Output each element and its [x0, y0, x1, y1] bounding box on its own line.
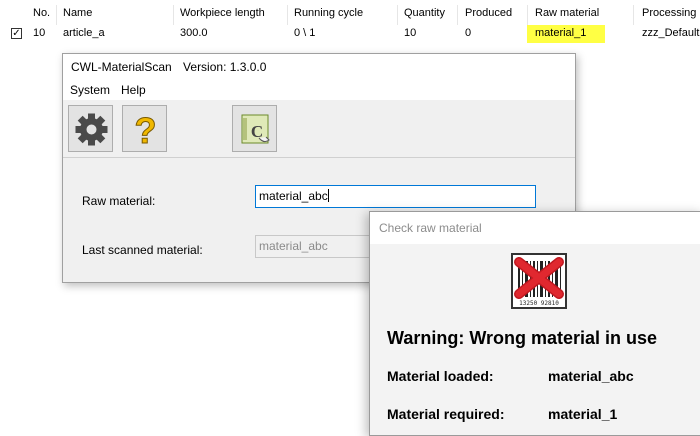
warning-heading: Warning: Wrong material in use: [387, 328, 658, 348]
svg-text:?: ?: [135, 110, 157, 151]
column-divider[interactable]: [173, 5, 174, 25]
material-required-value: material_1: [548, 406, 618, 422]
column-divider[interactable]: [527, 5, 528, 25]
scan-material-button[interactable]: C: [232, 105, 277, 152]
column-divider[interactable]: [56, 5, 57, 25]
cell-produced: 0: [465, 27, 472, 39]
last-scanned-label: Last scanned material:: [82, 243, 203, 257]
table-row[interactable]: ✓ 10 article_a 300.0 0 \ 1 10 0 material…: [0, 25, 700, 43]
raw-material-label: Raw material:: [82, 194, 156, 208]
column-divider[interactable]: [287, 5, 288, 25]
col-header-name[interactable]: Name: [63, 7, 92, 19]
column-divider[interactable]: [397, 5, 398, 25]
text-caret: [327, 189, 329, 202]
cell-no: 10: [33, 27, 46, 39]
dialog-title-bar[interactable]: Check raw material: [370, 212, 700, 244]
menu-system[interactable]: System: [67, 80, 113, 100]
raw-material-input[interactable]: material_abc: [255, 185, 536, 208]
barcode-error-icon: 13250 92810: [511, 253, 567, 309]
menu-bar: System Help: [63, 80, 575, 100]
toolbar-separator: [63, 157, 575, 158]
version-label: Version: 1.3.0.0: [183, 60, 267, 74]
help-button[interactable]: ?: [122, 105, 167, 152]
material-required-label: Material required:: [387, 406, 505, 422]
col-header-raw-material[interactable]: Raw material: [535, 7, 599, 19]
col-header-running-cycle[interactable]: Running cycle: [294, 7, 363, 19]
table-header-row: No. Name Workpiece length Running cycle …: [0, 5, 700, 25]
window-title-bar[interactable]: CWL-MaterialScan Version: 1.3.0.0: [63, 54, 575, 80]
last-scanned-value: material_abc: [259, 239, 328, 253]
column-divider[interactable]: [457, 5, 458, 25]
material-loaded-label: Material loaded:: [387, 368, 494, 384]
barcode-digits: 13250 92810: [519, 300, 559, 307]
dialog-title: Check raw material: [379, 221, 482, 235]
cell-name: article_a: [63, 27, 105, 39]
column-divider[interactable]: [633, 5, 634, 25]
cell-processing: zzz_Default: [642, 27, 700, 39]
window-title: CWL-MaterialScan: [71, 60, 172, 74]
row-checkbox[interactable]: ✓: [11, 28, 22, 39]
settings-button[interactable]: [68, 105, 113, 152]
menu-help[interactable]: Help: [118, 80, 149, 100]
cell-running-cycle: 0 \ 1: [294, 27, 316, 39]
col-header-no[interactable]: No.: [33, 7, 50, 19]
material-scan-icon: C: [241, 114, 270, 144]
col-header-quantity[interactable]: Quantity: [404, 7, 445, 19]
col-header-processing[interactable]: Processing: [642, 7, 696, 19]
col-header-produced[interactable]: Produced: [465, 7, 512, 19]
check-raw-material-dialog: Check raw material 13250 92810 Warning: …: [369, 211, 700, 436]
gear-icon: [75, 113, 108, 146]
cell-raw-material: material_1: [535, 27, 587, 39]
material-loaded-value: material_abc: [548, 368, 634, 384]
cell-quantity: 10: [404, 27, 417, 39]
raw-material-input-value: material_abc: [259, 189, 328, 203]
cell-workpiece-length: 300.0: [180, 27, 208, 39]
col-header-workpiece-length[interactable]: Workpiece length: [180, 7, 265, 19]
question-mark-icon: ?: [134, 110, 157, 152]
